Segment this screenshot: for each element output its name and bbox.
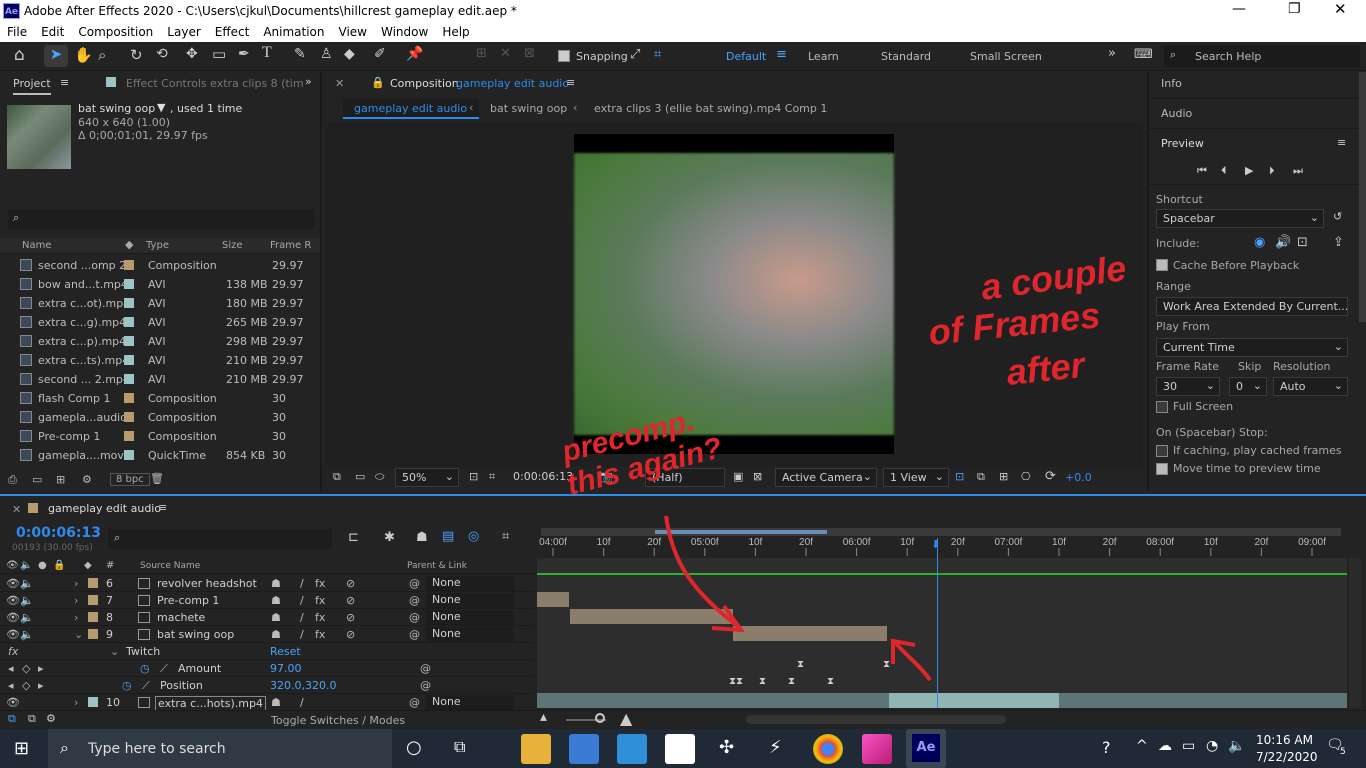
onedrive-icon[interactable]: ☁	[1158, 738, 1172, 754]
wifi-icon[interactable]: ◔	[1206, 738, 1218, 754]
annotation-layer: a couple of Frames after precomp. this a…	[558, 247, 1129, 682]
taskbar-search[interactable]: ⌕ Type here to search	[48, 729, 392, 768]
clock-time[interactable]: 10:16 AM	[1256, 733, 1313, 747]
store-icon[interactable]	[569, 734, 599, 764]
cortana-icon[interactable]: ○	[406, 737, 422, 758]
chrome-icon[interactable]	[813, 734, 843, 764]
taskbar-search-placeholder: Type here to search	[88, 741, 226, 757]
amazon-icon[interactable]	[665, 734, 695, 764]
volume-icon[interactable]: 🔈	[1228, 738, 1245, 754]
tray-chevron-icon[interactable]: ^	[1136, 738, 1148, 754]
after-effects-taskbar-button[interactable]: Ae	[906, 729, 946, 768]
search-icon: ⌕	[60, 738, 69, 757]
annotation-arrow-right	[893, 640, 932, 682]
instagram-icon[interactable]	[862, 734, 892, 764]
taskbar: ⊞ ⌕ Type here to search ○ ⧉ ✣ ⚡ Ae ? ^ ☁…	[0, 729, 1366, 768]
task-view-icon[interactable]: ⧉	[454, 737, 465, 757]
mail-icon[interactable]	[617, 734, 647, 764]
ae-taskbar-icon: Ae	[912, 734, 940, 762]
clock-date[interactable]: 7/22/2020	[1256, 750, 1318, 764]
dropbox-icon[interactable]: ✣	[719, 737, 734, 758]
bolt-app-icon[interactable]: ⚡	[769, 737, 782, 758]
file-explorer-icon[interactable]	[521, 734, 551, 764]
battery-icon[interactable]: ▭	[1182, 738, 1195, 754]
help-icon[interactable]: ?	[1102, 738, 1111, 757]
notification-count: 5	[1340, 747, 1346, 757]
annotation-right-line3: after	[1005, 344, 1089, 393]
windows-start-icon[interactable]: ⊞	[14, 738, 29, 759]
